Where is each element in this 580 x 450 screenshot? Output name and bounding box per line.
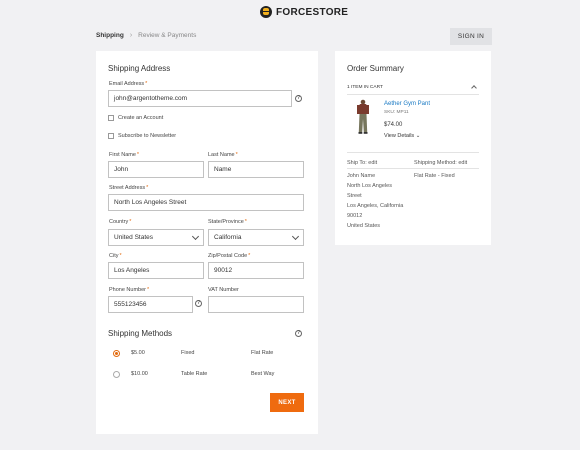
shipping-method: Table Rate <box>181 371 208 377</box>
checkbox-box[interactable] <box>108 115 114 121</box>
items-in-cart[interactable]: 1 ITEM IN CART <box>347 85 383 90</box>
pant-image <box>357 99 369 134</box>
last-name-label: Last Name* <box>208 152 238 158</box>
chevron-right-icon: › <box>129 32 133 39</box>
create-account-checkbox[interactable]: Create an Account <box>108 115 163 121</box>
help-icon[interactable]: ? <box>295 95 302 102</box>
step-shipping[interactable]: Shipping <box>96 32 124 39</box>
checkout-progress: Shipping › Review & Payments <box>96 32 196 39</box>
radio-flat-rate[interactable] <box>113 350 120 357</box>
street-field[interactable]: North Los Angeles Street <box>108 194 304 211</box>
country-value: United States <box>114 234 154 241</box>
vat-field[interactable] <box>208 296 304 313</box>
country-label: Country* <box>109 219 132 225</box>
help-icon[interactable]: ? <box>195 300 202 307</box>
phone-label: Phone Number* <box>109 287 150 293</box>
chevron-down-icon <box>291 232 300 240</box>
view-details-label: View Details <box>384 133 415 139</box>
divider <box>347 168 479 169</box>
state-select[interactable]: California <box>208 229 304 246</box>
product-price: $74.00 <box>384 122 403 128</box>
address-line: 90012 <box>347 213 363 219</box>
help-icon[interactable]: ? <box>295 330 302 337</box>
address-line: John Name <box>347 173 376 179</box>
newsletter-checkbox[interactable]: Subscribe to Newsletter <box>108 133 176 139</box>
address-line: United States <box>347 223 381 229</box>
shipping-price: $10.00 <box>131 371 148 377</box>
shipping-price: $5.00 <box>131 350 145 356</box>
phone-field[interactable]: 555123456 <box>108 296 193 313</box>
street-label: Street Address* <box>109 185 149 191</box>
zip-field[interactable]: 90012 <box>208 262 304 279</box>
shipping-method: Fixed <box>181 350 195 356</box>
sign-in-button[interactable]: SIGN IN <box>450 28 492 45</box>
shipping-address-title: Shipping Address <box>108 64 171 73</box>
product-sku: SKU: MP11 <box>384 110 409 115</box>
brand-logo[interactable]: FORCESTORE <box>260 5 348 19</box>
ship-to-label[interactable]: Ship To: edit <box>347 160 377 166</box>
shipping-methods-title: Shipping Methods <box>108 329 173 338</box>
logo-icon <box>260 6 272 18</box>
country-select[interactable]: United States <box>108 229 204 246</box>
zip-label: Zip/Postal Code* <box>208 253 251 259</box>
shipping-carrier: Best Way <box>251 371 275 377</box>
brand-name: FORCESTORE <box>276 6 349 18</box>
product-image <box>350 99 376 135</box>
next-button[interactable]: NEXT <box>270 393 304 412</box>
newsletter-label: Subscribe to Newsletter <box>118 133 177 139</box>
divider <box>347 152 479 153</box>
vat-label: VAT Number <box>208 287 239 293</box>
chevron-down-icon: ⌄ <box>415 133 421 139</box>
shipping-method-value: Flat Rate - Fixed <box>414 173 455 179</box>
city-field[interactable]: Los Angeles <box>108 262 204 279</box>
last-name-field[interactable]: Name <box>208 161 304 178</box>
address-line: North Los Angeles <box>347 183 392 189</box>
first-name-field[interactable]: John <box>108 161 204 178</box>
order-summary-title: Order Summary <box>347 64 404 73</box>
email-field[interactable]: john@argentotheme.com <box>108 90 292 107</box>
view-details-toggle[interactable]: View Details ⌄ <box>384 133 420 139</box>
address-line: Street <box>347 193 362 199</box>
shipping-carrier: Flat Rate <box>251 350 274 356</box>
state-value: California <box>214 234 242 241</box>
checkbox-box[interactable] <box>108 133 114 139</box>
state-label: State/Province* <box>208 219 247 225</box>
first-name-label: First Name* <box>109 152 140 158</box>
address-line: Los Angeles, California <box>347 203 404 209</box>
product-name-link[interactable]: Aether Gym Pant <box>384 101 430 107</box>
create-account-label: Create an Account <box>118 115 164 121</box>
email-label: Email Address* <box>109 81 148 87</box>
radio-table-rate[interactable] <box>113 371 120 378</box>
city-label: City* <box>109 253 122 259</box>
shipping-method-label[interactable]: Shipping Method: edit <box>414 160 467 166</box>
chevron-down-icon <box>191 232 200 240</box>
divider <box>347 94 479 95</box>
step-review-payments[interactable]: Review & Payments <box>138 32 196 39</box>
